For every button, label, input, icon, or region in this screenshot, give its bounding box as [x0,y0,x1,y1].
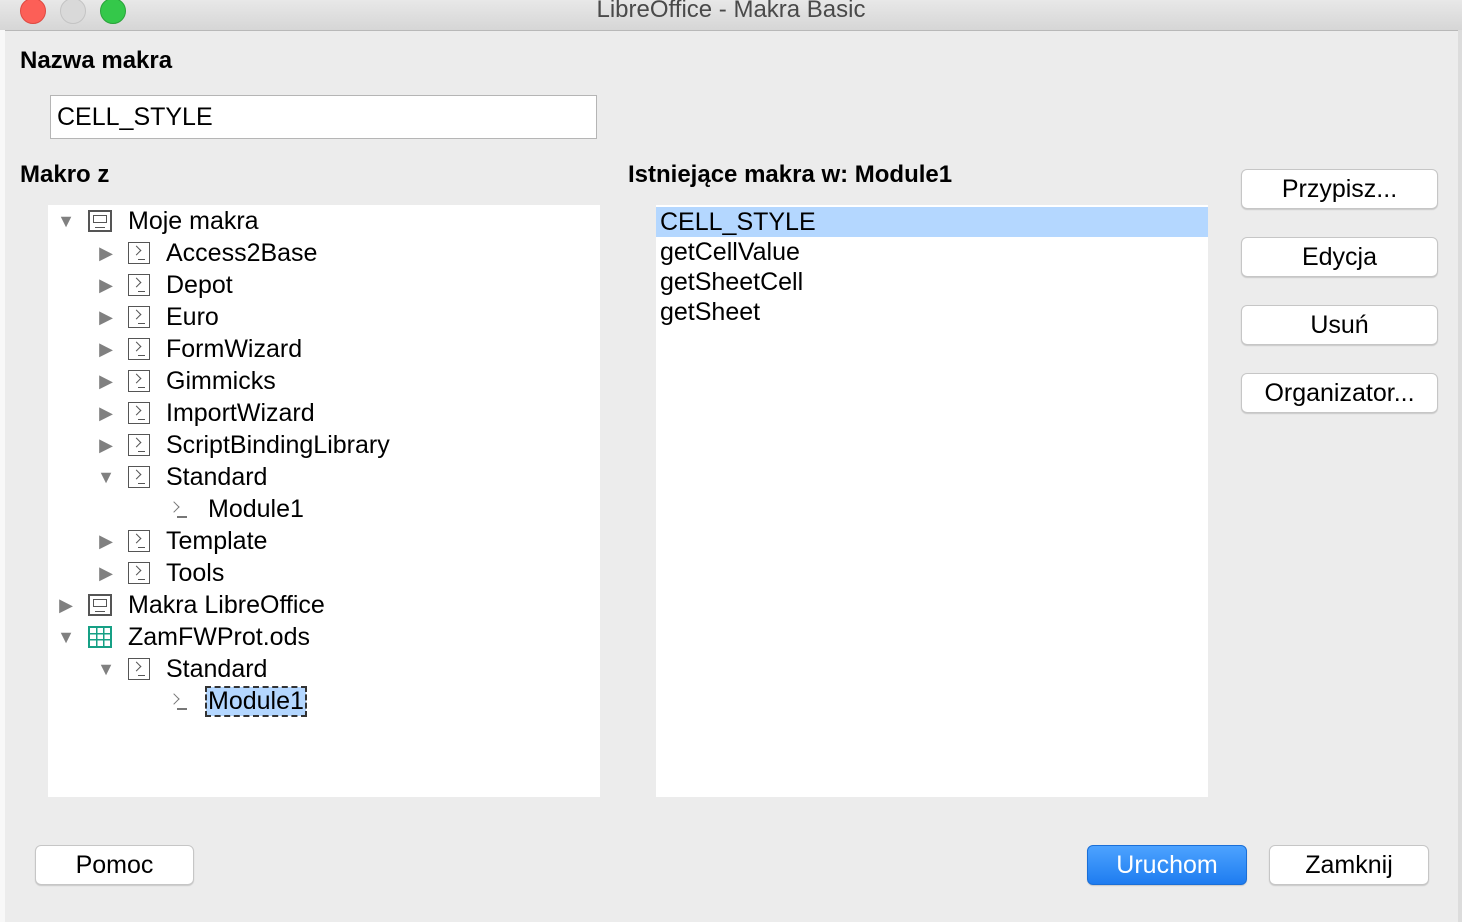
tree-item-label: Module1 [208,494,304,523]
tree-item-euro[interactable]: ▶ Euro [96,301,219,333]
tree-item-gimmicks[interactable]: ▶ Gimmicks [96,365,276,397]
library-icon [128,530,150,552]
tree-item-standard[interactable]: ▼ Standard [96,461,267,493]
computer-icon [88,210,112,232]
tree-item-label: Standard [166,654,268,683]
expand-triangle-icon[interactable]: ▶ [96,307,116,327]
existing-macros-list[interactable]: CELL_STYLE getCellValue getSheetCell get… [656,205,1208,797]
tree-item-template[interactable]: ▶ Template [96,525,267,557]
right-edge [1458,30,1462,922]
collapse-triangle-icon[interactable]: ▼ [96,467,116,487]
tree-item-moje-makra[interactable]: ▼ Moje makra [56,205,259,237]
expand-triangle-icon[interactable]: ▶ [96,371,116,391]
tree-item-label: Makra LibreOffice [128,590,325,619]
tree-item-access2base[interactable]: ▶ Access2Base [96,237,317,269]
library-icon [128,274,150,296]
expand-triangle-icon[interactable]: ▶ [96,531,116,551]
tree-item-standard-document[interactable]: ▼ Standard [96,653,267,685]
tree-item-label: Depot [166,270,233,299]
tree-item-label: Template [166,526,268,555]
assign-button[interactable]: Przypisz... [1241,169,1438,209]
help-button[interactable]: Pomoc [35,845,194,885]
macro-list-item[interactable]: CELL_STYLE [656,207,1208,237]
module-icon [168,498,192,520]
delete-button[interactable]: Usuń [1241,305,1438,345]
tree-item-label: ImportWizard [166,398,315,427]
macro-list-item[interactable]: getSheetCell [656,267,1208,297]
macro-list-item[interactable]: getCellValue [656,237,1208,267]
tree-item-scriptbindinglibrary[interactable]: ▶ ScriptBindingLibrary [96,429,390,461]
tree-item-label: Moje makra [128,206,259,235]
library-icon [128,402,150,424]
tree-item-label: Access2Base [166,238,318,267]
tree-item-label: FormWizard [166,334,303,363]
tree-item-label: Tools [166,558,225,587]
tree-item-module1-selected[interactable]: Module1 [168,685,307,717]
tree-item-importwizard[interactable]: ▶ ImportWizard [96,397,315,429]
macro-name-label: Nazwa makra [20,47,173,74]
tree-item-label: Standard [166,462,268,491]
collapse-triangle-icon[interactable]: ▼ [56,211,76,231]
library-icon [128,562,150,584]
macro-name-input[interactable] [50,95,597,139]
organizer-button[interactable]: Organizator... [1241,373,1438,413]
spreadsheet-icon [88,626,112,648]
macro-from-label: Makro z [20,161,110,188]
module-icon [168,690,192,712]
expand-triangle-icon[interactable]: ▶ [56,595,76,615]
library-icon [128,466,150,488]
expand-triangle-icon[interactable]: ▶ [96,435,116,455]
run-button[interactable]: Uruchom [1087,845,1247,885]
tree-item-depot[interactable]: ▶ Depot [96,269,233,301]
expand-triangle-icon[interactable]: ▶ [96,563,116,583]
close-button[interactable]: Zamknij [1269,845,1429,885]
expand-triangle-icon[interactable]: ▶ [96,275,116,295]
title-bar: LibreOffice - Makra Basic [0,0,1462,31]
tree-item-makra-libreoffice[interactable]: ▶ Makra LibreOffice [56,589,325,621]
window-title: LibreOffice - Makra Basic [596,0,866,23]
expand-triangle-icon[interactable]: ▶ [96,403,116,423]
library-icon [128,306,150,328]
collapse-triangle-icon[interactable]: ▼ [96,659,116,679]
library-icon [128,434,150,456]
library-icon [128,338,150,360]
macro-library-tree[interactable]: ▼ Moje makra ▶ Access2Base ▶ Depot ▶ Eur… [48,205,600,797]
tree-item-tools[interactable]: ▶ Tools [96,557,224,589]
expand-triangle-icon[interactable]: ▶ [96,339,116,359]
tree-item-formwizard[interactable]: ▶ FormWizard [96,333,302,365]
edit-button[interactable]: Edycja [1241,237,1438,277]
tree-item-label: ScriptBindingLibrary [166,430,390,459]
tree-item-label: Euro [166,302,219,331]
collapse-triangle-icon[interactable]: ▼ [56,627,76,647]
library-icon [128,242,150,264]
computer-icon [88,594,112,616]
tree-item-zamfwprot-ods[interactable]: ▼ ZamFWProt.ods [56,621,310,653]
library-icon [128,658,150,680]
tree-item-label: Gimmicks [166,366,276,395]
existing-macros-label: Istniejące makra w: Module1 [628,161,953,188]
macro-list-item[interactable]: getSheet [656,297,1208,327]
tree-item-label: ZamFWProt.ods [128,622,310,651]
library-icon [128,370,150,392]
tree-item-module1[interactable]: Module1 [168,493,304,525]
left-edge [0,30,5,922]
tree-item-label: Module1 [205,685,307,717]
expand-triangle-icon[interactable]: ▶ [96,243,116,263]
